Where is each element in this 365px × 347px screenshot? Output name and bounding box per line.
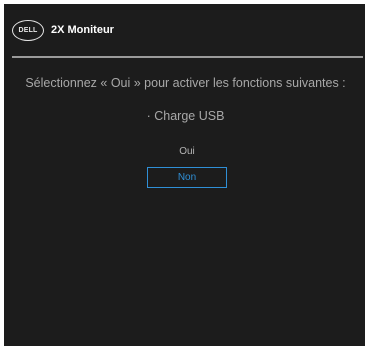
option-no-button[interactable]: Non: [147, 167, 227, 188]
osd-header: DELL 2X Moniteur: [4, 4, 365, 57]
header-divider: [12, 56, 363, 58]
logo-text: DELL: [18, 27, 38, 34]
monitor-title: 2X Moniteur: [51, 24, 114, 36]
dell-logo: DELL: [12, 20, 44, 41]
confirmation-prompt: Sélectionnez « Oui » pour activer les fo…: [25, 76, 346, 90]
option-yes-button[interactable]: Oui: [147, 142, 227, 162]
feature-usb-charge: · Charge USB: [146, 109, 225, 123]
osd-menu: DELL 2X Moniteur Sélectionnez « Oui » po…: [4, 4, 365, 346]
